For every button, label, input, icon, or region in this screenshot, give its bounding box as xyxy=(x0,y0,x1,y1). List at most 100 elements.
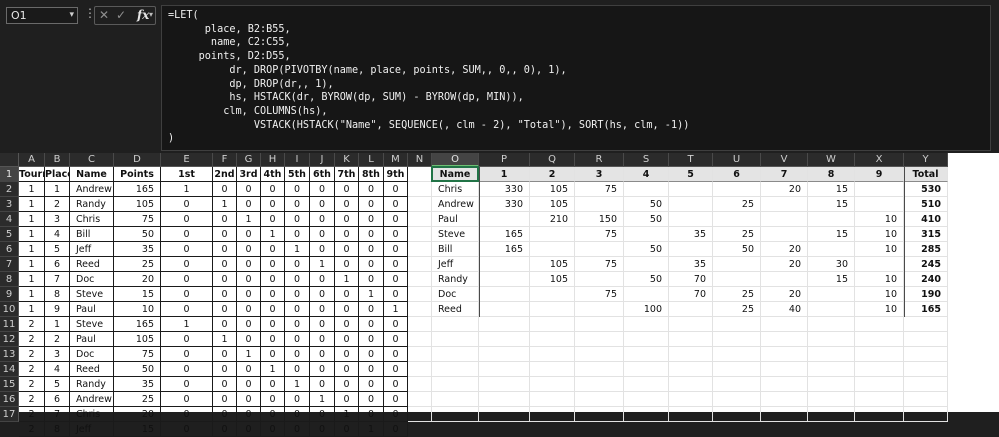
left-table-cell[interactable]: Reed xyxy=(70,362,114,377)
empty-cell[interactable] xyxy=(479,377,530,392)
empty-cell[interactable] xyxy=(408,362,432,377)
pivot-value-cell[interactable]: 105 xyxy=(530,197,575,212)
empty-cell[interactable] xyxy=(530,317,575,332)
pivot-total-cell[interactable]: 165 xyxy=(904,302,948,317)
empty-cell[interactable] xyxy=(408,317,432,332)
left-table-cell[interactable]: 0 xyxy=(335,377,359,392)
pivot-value-cell[interactable]: 150 xyxy=(575,212,624,227)
pivot-value-cell[interactable]: 105 xyxy=(530,272,575,287)
left-table-cell[interactable]: 0 xyxy=(310,377,335,392)
row-header-11[interactable]: 11 xyxy=(0,317,19,332)
left-table-cell[interactable]: Randy xyxy=(70,197,114,212)
pivot-value-cell[interactable] xyxy=(530,287,575,302)
left-table-cell[interactable]: 2 xyxy=(19,422,45,437)
left-table-cell[interactable]: 105 xyxy=(114,332,161,347)
pivot-name-cell[interactable]: Steve xyxy=(432,227,479,242)
empty-cell[interactable] xyxy=(408,287,432,302)
pivot-value-cell[interactable]: 105 xyxy=(530,182,575,197)
left-table-cell[interactable]: 0 xyxy=(261,272,285,287)
pivot-value-cell[interactable] xyxy=(669,182,713,197)
left-table-cell[interactable]: 1 xyxy=(19,182,45,197)
empty-cell[interactable] xyxy=(408,227,432,242)
row-header-7[interactable]: 7 xyxy=(0,257,19,272)
column-header-m[interactable]: M xyxy=(384,153,408,167)
left-table-cell[interactable]: 0 xyxy=(310,272,335,287)
left-table-cell[interactable]: 0 xyxy=(310,332,335,347)
left-table-cell[interactable]: 1 xyxy=(261,362,285,377)
pivot-value-cell[interactable] xyxy=(713,272,761,287)
left-table-cell[interactable]: 1 xyxy=(335,407,359,422)
empty-cell[interactable] xyxy=(855,332,904,347)
left-table-cell[interactable]: 0 xyxy=(261,287,285,302)
empty-cell[interactable] xyxy=(904,332,948,347)
left-table-cell[interactable]: Steve xyxy=(70,317,114,332)
left-table-cell[interactable]: 2 xyxy=(19,317,45,332)
pivot-value-cell[interactable]: 50 xyxy=(624,272,669,287)
pivot-value-cell[interactable]: 75 xyxy=(575,227,624,242)
left-table-cell[interactable]: 0 xyxy=(310,302,335,317)
left-table-cell[interactable]: 0 xyxy=(161,242,213,257)
left-table-cell[interactable]: 0 xyxy=(285,347,310,362)
left-table-cell[interactable]: 0 xyxy=(161,392,213,407)
left-table-cell[interactable]: 0 xyxy=(237,272,261,287)
empty-cell[interactable] xyxy=(761,332,808,347)
left-table-cell[interactable]: 1 xyxy=(237,212,261,227)
pivot-value-cell[interactable] xyxy=(761,197,808,212)
left-table-cell[interactable]: Doc xyxy=(70,347,114,362)
column-header-b[interactable]: B xyxy=(45,153,70,167)
row-header-1[interactable]: 1 xyxy=(0,167,19,182)
empty-cell[interactable] xyxy=(761,317,808,332)
left-table-cell[interactable]: 0 xyxy=(335,257,359,272)
empty-cell[interactable] xyxy=(530,332,575,347)
left-table-header-cell[interactable]: 4th xyxy=(261,167,285,182)
column-header-i[interactable]: I xyxy=(285,153,310,167)
pivot-value-cell[interactable]: 105 xyxy=(530,257,575,272)
pivot-header-cell[interactable]: Name xyxy=(432,167,479,182)
pivot-value-cell[interactable] xyxy=(479,287,530,302)
pivot-total-cell[interactable]: 245 xyxy=(904,257,948,272)
left-table-cell[interactable]: 2 xyxy=(19,332,45,347)
column-header-n[interactable]: N xyxy=(408,153,432,167)
pivot-header-cell[interactable]: 9 xyxy=(855,167,904,182)
empty-cell[interactable] xyxy=(761,407,808,422)
left-table-cell[interactable]: 0 xyxy=(213,317,237,332)
left-table-cell[interactable]: 1 xyxy=(161,317,213,332)
empty-cell[interactable] xyxy=(479,347,530,362)
left-table-cell[interactable]: 0 xyxy=(384,272,408,287)
empty-cell[interactable] xyxy=(530,392,575,407)
pivot-value-cell[interactable] xyxy=(624,182,669,197)
left-table-cell[interactable]: 1 xyxy=(161,182,213,197)
empty-cell[interactable] xyxy=(904,317,948,332)
left-table-cell[interactable]: 25 xyxy=(114,257,161,272)
empty-cell[interactable] xyxy=(432,362,479,377)
left-table-cell[interactable]: 0 xyxy=(384,332,408,347)
pivot-name-cell[interactable]: Andrew xyxy=(432,197,479,212)
left-table-cell[interactable]: 0 xyxy=(359,332,384,347)
pivot-value-cell[interactable]: 210 xyxy=(530,212,575,227)
left-table-cell[interactable]: 0 xyxy=(310,197,335,212)
cancel-icon[interactable]: ✕ xyxy=(99,8,109,22)
left-table-cell[interactable]: 0 xyxy=(261,422,285,437)
left-table-cell[interactable]: 0 xyxy=(161,377,213,392)
empty-cell[interactable] xyxy=(432,347,479,362)
left-table-cell[interactable]: 0 xyxy=(384,407,408,422)
row-header-15[interactable]: 15 xyxy=(0,377,19,392)
left-table-cell[interactable]: Chris xyxy=(70,212,114,227)
empty-cell[interactable] xyxy=(624,392,669,407)
column-header-o[interactable]: O xyxy=(432,153,479,167)
empty-cell[interactable] xyxy=(808,332,855,347)
pivot-value-cell[interactable] xyxy=(808,242,855,257)
empty-cell[interactable] xyxy=(530,362,575,377)
left-table-cell[interactable]: 0 xyxy=(384,422,408,437)
left-table-cell[interactable]: 20 xyxy=(114,407,161,422)
left-table-cell[interactable]: 0 xyxy=(161,302,213,317)
pivot-value-cell[interactable]: 30 xyxy=(808,257,855,272)
column-header-e[interactable]: E xyxy=(161,153,213,167)
pivot-total-cell[interactable]: 315 xyxy=(904,227,948,242)
left-table-cell[interactable]: 50 xyxy=(114,362,161,377)
empty-cell[interactable] xyxy=(479,332,530,347)
left-table-cell[interactable]: 0 xyxy=(359,227,384,242)
left-table-cell[interactable]: 4 xyxy=(45,227,70,242)
pivot-value-cell[interactable] xyxy=(479,302,530,317)
empty-cell[interactable] xyxy=(575,407,624,422)
